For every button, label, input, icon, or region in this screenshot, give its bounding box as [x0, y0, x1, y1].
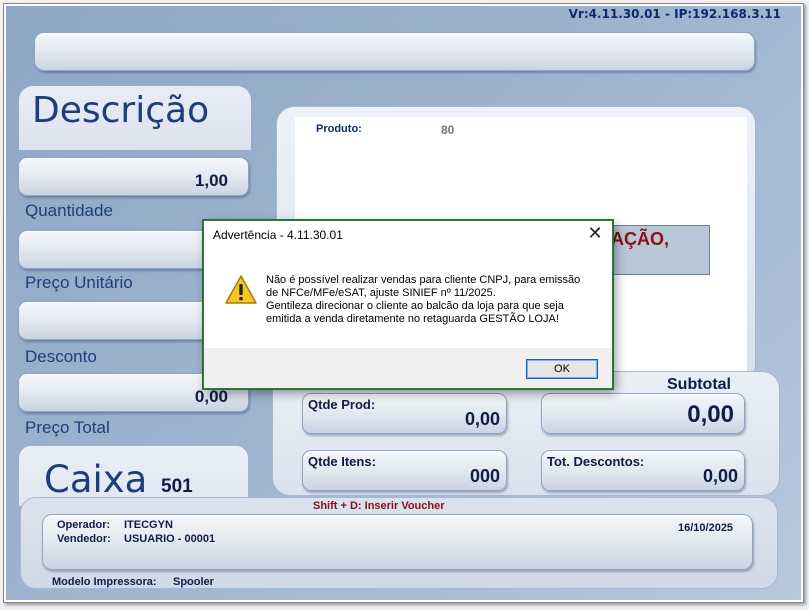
dialog-body: Não é possível realizar vendas para clie…: [204, 249, 612, 348]
total-discounts-field: Tot. Descontos: 0,00: [541, 450, 745, 491]
total-discounts-value: 0,00: [702, 466, 738, 486]
date-label: 16/10/2025: [678, 522, 734, 534]
product-value: 80: [441, 123, 455, 137]
voucher-shortcut-hint: Shift + D: Inserir Voucher: [307, 498, 467, 514]
subtotal-value: 0,00: [687, 401, 734, 428]
dialog-message-line: Gentileza direcionar o cliente ao balcão…: [266, 300, 564, 312]
product-qty-label: Qtde Prod:: [308, 397, 376, 412]
warning-icon: [225, 275, 257, 304]
status-banner-text: AÇÃO,: [611, 229, 669, 249]
seller-label: Vendedor:: [57, 533, 111, 545]
cashier-number: 501: [161, 476, 193, 497]
description-title: Descrição: [32, 90, 210, 131]
close-icon[interactable]: ✕: [586, 224, 604, 244]
ok-button[interactable]: OK: [526, 359, 598, 379]
cashier-title: Caixa: [44, 458, 148, 501]
product-qty-field: Qtde Prod: 0,00: [302, 393, 507, 434]
discount-label: Desconto: [25, 347, 97, 366]
printer-model-value: Spooler: [173, 576, 214, 588]
total-discounts-label: Tot. Descontos:: [547, 454, 645, 469]
dialog-message-line: emitida a venda diretamente no retaguard…: [266, 313, 559, 325]
items-qty-field: Qtde Itens: 000: [302, 450, 507, 491]
seller-value: USUARIO - 00001: [124, 533, 216, 545]
product-description-bar: [34, 32, 755, 71]
quantity-label: Quantidade: [25, 201, 113, 220]
subtotal-field: 0,00: [541, 393, 745, 434]
warning-dialog: Advertência - 4.11.30.01 ✕ Não é possíve…: [203, 220, 613, 389]
dialog-message: Não é possível realizar vendas para clie…: [266, 274, 601, 326]
dialog-message-line: Não é possível realizar vendas para clie…: [266, 274, 581, 286]
operator-label: Operador:: [57, 519, 111, 531]
dialog-titlebar: Advertência - 4.11.30.01 ✕: [204, 221, 612, 249]
items-qty-label: Qtde Itens:: [308, 454, 376, 469]
total-price-value: 0,00: [194, 387, 228, 406]
quantity-value: 1,00: [194, 171, 228, 190]
version-ip-label: Vr:4.11.30.01 - IP:192.168.3.11: [568, 7, 781, 21]
operator-value: ITECGYN: [124, 519, 173, 531]
quantity-field[interactable]: 1,00: [18, 157, 249, 196]
dialog-title: Advertência - 4.11.30.01: [213, 228, 343, 242]
printer-model-label: Modelo Impressora:: [52, 576, 157, 588]
product-qty-value: 0,00: [464, 409, 500, 429]
total-price-label: Preço Total: [25, 418, 110, 437]
unit-price-label: Preço Unitário: [25, 273, 133, 292]
subtotal-label: Subtotal: [667, 376, 731, 393]
product-label: Produto:: [316, 123, 362, 135]
dialog-message-line: de NFCe/MFe/eSAT, ajuste SINIEF nº 11/20…: [266, 287, 496, 299]
items-qty-value: 000: [469, 466, 500, 486]
